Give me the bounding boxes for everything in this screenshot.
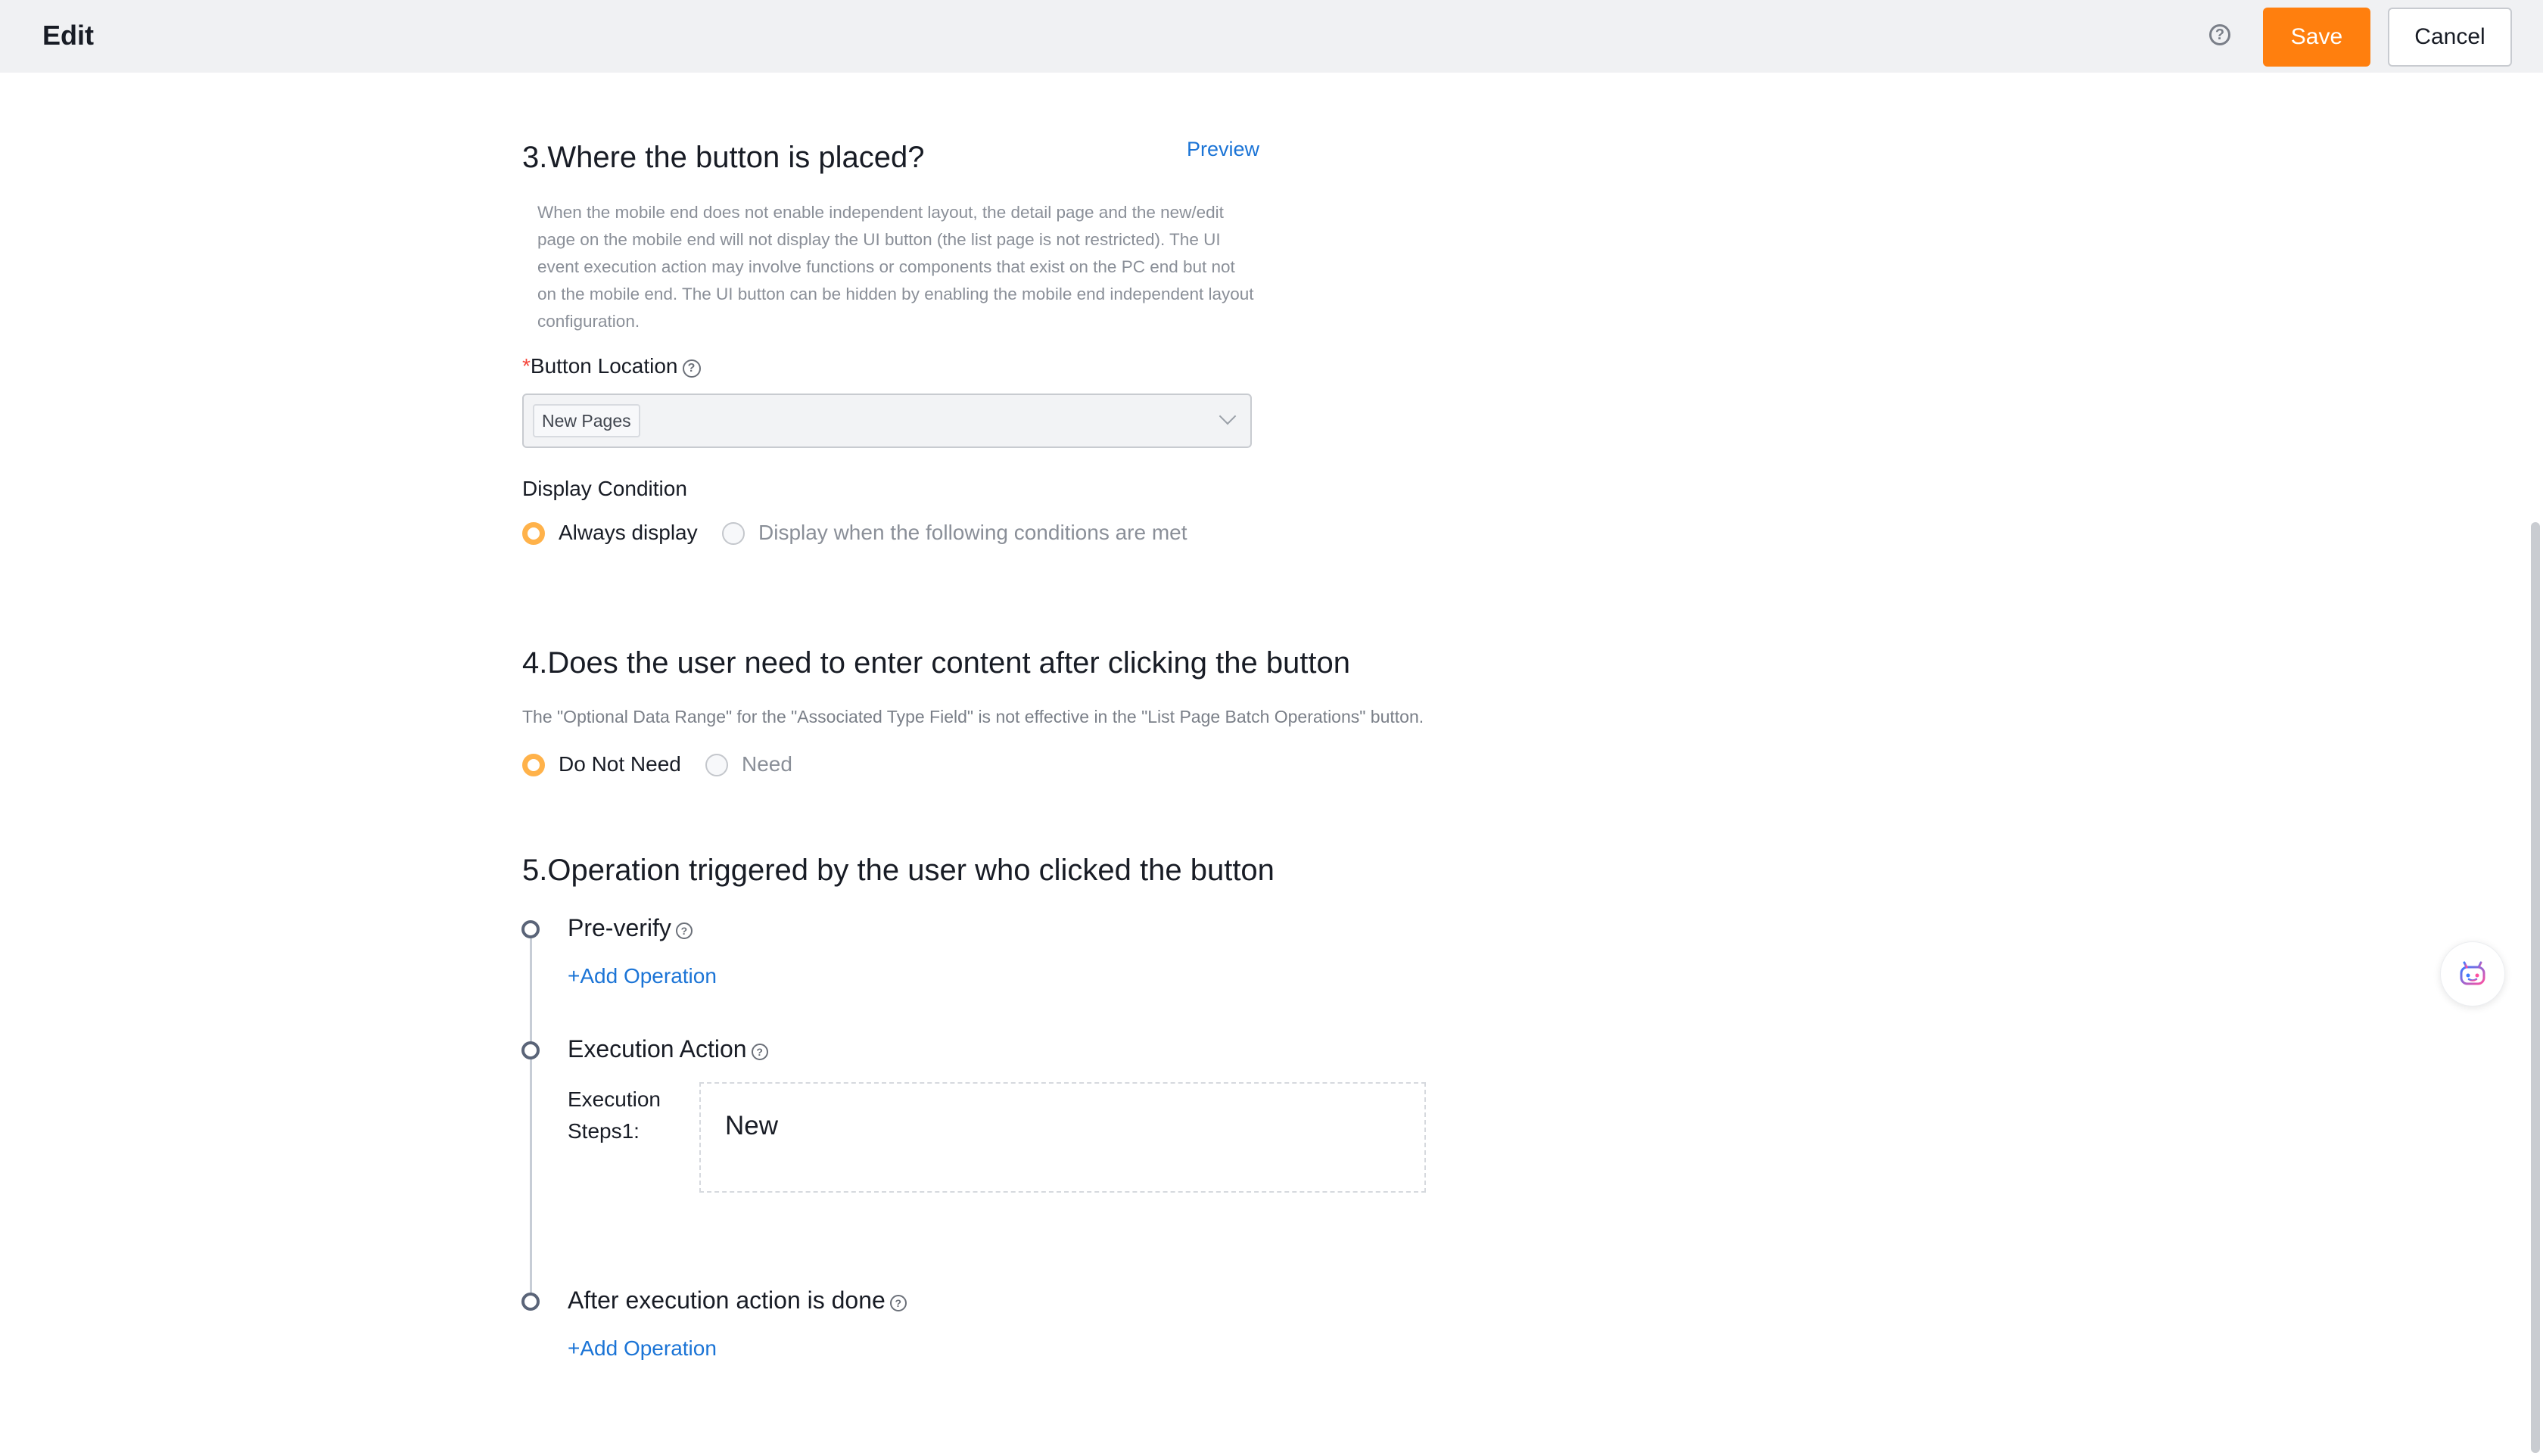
radio-selected-icon: [522, 754, 545, 776]
preview-link[interactable]: Preview: [1187, 138, 1259, 161]
button-location-label: *Button Location?: [522, 354, 701, 378]
execution-step-box[interactable]: New: [699, 1082, 1426, 1193]
page-title: Edit: [42, 20, 94, 51]
after-execution-label: After execution action is done?: [568, 1286, 907, 1314]
associated-field-note: The "Optional Data Range" for the "Assoc…: [522, 707, 1424, 726]
execution-step-value: New: [725, 1111, 779, 1140]
display-condition-label: Display Condition: [522, 477, 687, 500]
radio-label: Do Not Need: [559, 752, 681, 776]
radio-selected-icon: [522, 522, 545, 545]
question-circle-icon[interactable]: ?: [682, 359, 701, 378]
radio-label: Always display: [559, 521, 698, 544]
required-mark: *: [522, 354, 531, 378]
section-3-title: 3.Where the button is placed?: [522, 141, 925, 174]
question-circle-icon[interactable]: ?: [675, 922, 693, 939]
assistant-button[interactable]: [2440, 941, 2505, 1006]
pre-verify-label: Pre-verify?: [568, 914, 693, 942]
timeline-node: [521, 1293, 540, 1311]
top-bar: Edit ? Save Cancel: [0, 0, 2543, 73]
radio-label: Need: [742, 752, 792, 776]
execution-action-label: Execution Action?: [568, 1035, 768, 1063]
add-operation-pre-verify-link[interactable]: +Add Operation: [568, 964, 717, 988]
scrollbar-thumb[interactable]: [2531, 522, 2540, 1453]
pre-verify-label-text: Pre-verify: [568, 914, 671, 941]
question-circle-icon[interactable]: ?: [889, 1295, 907, 1311]
timeline-line: [530, 938, 532, 1300]
radio-label: Display when the following conditions ar…: [758, 521, 1187, 544]
button-location-label-text: Button Location: [530, 354, 678, 378]
chevron-down-icon: [1219, 407, 1237, 425]
question-circle-icon[interactable]: ?: [2209, 24, 2230, 45]
section-4-title: 4.Does the user need to enter content af…: [522, 646, 1351, 680]
radio-unselected-icon: [722, 522, 745, 545]
execution-step-label: Execution Steps1:: [568, 1087, 661, 1143]
cancel-button[interactable]: Cancel: [2388, 8, 2512, 67]
question-circle-icon[interactable]: ?: [751, 1044, 768, 1060]
timeline-node: [521, 920, 540, 938]
radio-unselected-icon: [705, 754, 728, 776]
timeline-node: [521, 1041, 540, 1059]
button-location-tag: New Pages: [533, 404, 640, 437]
save-button[interactable]: Save: [2263, 8, 2370, 67]
add-operation-after-link[interactable]: +Add Operation: [568, 1336, 717, 1361]
robot-assistant-icon: [2460, 961, 2485, 985]
execution-action-label-text: Execution Action: [568, 1035, 747, 1062]
after-execution-label-text: After execution action is done: [568, 1286, 886, 1314]
button-location-select[interactable]: New Pages: [522, 394, 1252, 448]
mobile-layout-note: When the mobile end does not enable inde…: [537, 203, 1254, 331]
section-5-title: 5.Operation triggered by the user who cl…: [522, 854, 1275, 887]
